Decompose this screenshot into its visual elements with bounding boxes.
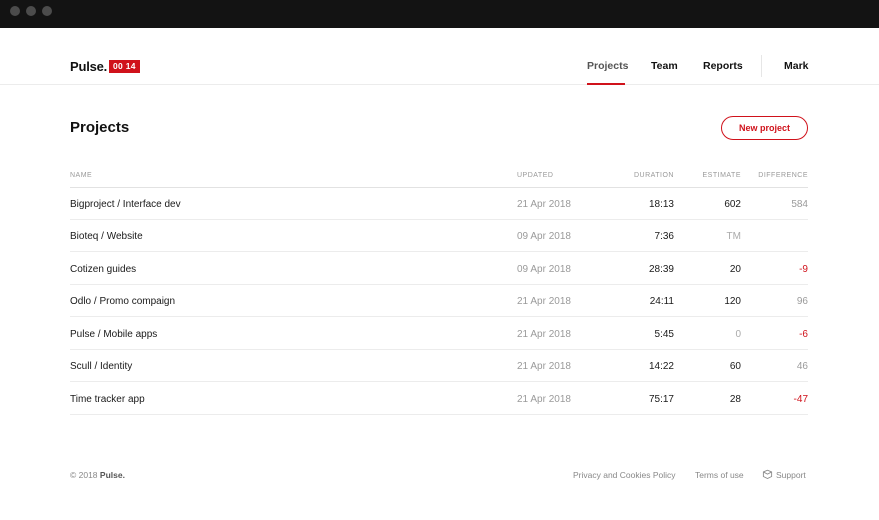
user-menu[interactable]: Mark — [784, 60, 809, 72]
column-header-difference[interactable]: DIFFERENCE — [758, 172, 808, 179]
project-name[interactable]: Bigproject / Interface dev — [70, 199, 181, 210]
estimate-value: 20 — [729, 264, 741, 275]
nav-reports[interactable]: Reports — [703, 60, 743, 72]
footer-copyright: © 2018 Pulse. — [70, 470, 125, 480]
support-link[interactable]: Support — [776, 470, 806, 480]
estimate-value: 0 — [735, 329, 741, 340]
window-maximize-dot[interactable] — [42, 6, 52, 16]
estimate-value: 120 — [724, 296, 741, 307]
updated-date: 21 Apr 2018 — [517, 296, 571, 307]
estimate-value: 60 — [729, 361, 741, 372]
column-header-estimate[interactable]: ESTIMATE — [703, 172, 741, 179]
table-row[interactable]: Odlo / Promo compaign 21 Apr 2018 24:11 … — [70, 285, 808, 317]
updated-date: 21 Apr 2018 — [517, 361, 571, 372]
difference-value: 46 — [796, 361, 808, 372]
duration-value: 18:13 — [648, 199, 674, 210]
updated-date: 21 Apr 2018 — [517, 394, 571, 405]
footer-brand: Pulse. — [99, 470, 125, 480]
project-name[interactable]: Pulse / Mobile apps — [70, 329, 157, 340]
column-header-updated[interactable]: UPDATED — [517, 172, 553, 179]
table-row[interactable]: Cotizen guides 09 Apr 2018 28:39 20 -9 — [70, 253, 808, 285]
difference-value: -6 — [799, 329, 808, 340]
privacy-link[interactable]: Privacy and Cookies Policy — [573, 470, 676, 480]
nav-team[interactable]: Team — [651, 60, 678, 72]
duration-value: 7:36 — [654, 231, 674, 242]
project-name[interactable]: Cotizen guides — [70, 264, 136, 275]
table-row[interactable]: Time tracker app 21 Apr 2018 75:17 28 -4… — [70, 383, 808, 415]
table-row[interactable]: Bigproject / Interface dev 21 Apr 2018 1… — [70, 188, 808, 220]
window-close-dot[interactable] — [10, 6, 20, 16]
new-project-button[interactable]: New project — [721, 116, 808, 140]
project-name[interactable]: Scull / Identity — [70, 361, 132, 372]
difference-value: 96 — [796, 296, 808, 307]
updated-date: 21 Apr 2018 — [517, 329, 571, 340]
estimate-value: TM — [726, 231, 741, 242]
duration-value: 5:45 — [654, 329, 674, 340]
column-header-duration[interactable]: DURATION — [634, 172, 674, 179]
duration-value: 75:17 — [648, 394, 674, 405]
table-row[interactable]: Pulse / Mobile apps 21 Apr 2018 5:45 0 -… — [70, 318, 808, 350]
table-row[interactable]: Bioteq / Website 09 Apr 2018 7:36 TM — [70, 220, 808, 252]
nav-projects[interactable]: Projects — [587, 60, 628, 72]
copyright-text: © 2018 — [70, 470, 98, 480]
window-minimize-dot[interactable] — [26, 6, 36, 16]
duration-value: 28:39 — [648, 264, 674, 275]
timer-badge[interactable]: 00 14 — [109, 60, 140, 73]
estimate-value: 602 — [724, 199, 741, 210]
terms-link[interactable]: Terms of use — [695, 470, 744, 480]
difference-value: -9 — [799, 264, 808, 275]
project-name[interactable]: Bioteq / Website — [70, 231, 143, 242]
difference-value: 584 — [791, 199, 808, 210]
window-titlebar — [0, 0, 879, 28]
duration-value: 24:11 — [649, 296, 674, 307]
duration-value: 14:22 — [648, 361, 674, 372]
nav-active-indicator — [587, 83, 625, 85]
chat-bubble-icon[interactable] — [762, 469, 773, 480]
project-name[interactable]: Odlo / Promo compaign — [70, 296, 175, 307]
table-row[interactable]: Scull / Identity 21 Apr 2018 14:22 60 46 — [70, 350, 808, 382]
page-title: Projects — [70, 119, 130, 136]
estimate-value: 28 — [729, 394, 741, 405]
project-name[interactable]: Time tracker app — [70, 394, 145, 405]
updated-date: 09 Apr 2018 — [517, 231, 571, 242]
updated-date: 09 Apr 2018 — [517, 264, 571, 275]
app-header: Pulse. 00 14 Projects Team Reports Mark — [0, 28, 879, 85]
updated-date: 21 Apr 2018 — [517, 199, 571, 210]
logo[interactable]: Pulse. — [70, 59, 107, 74]
column-header-name[interactable]: NAME — [70, 172, 92, 179]
nav-divider — [761, 55, 762, 77]
difference-value: -47 — [793, 394, 808, 405]
